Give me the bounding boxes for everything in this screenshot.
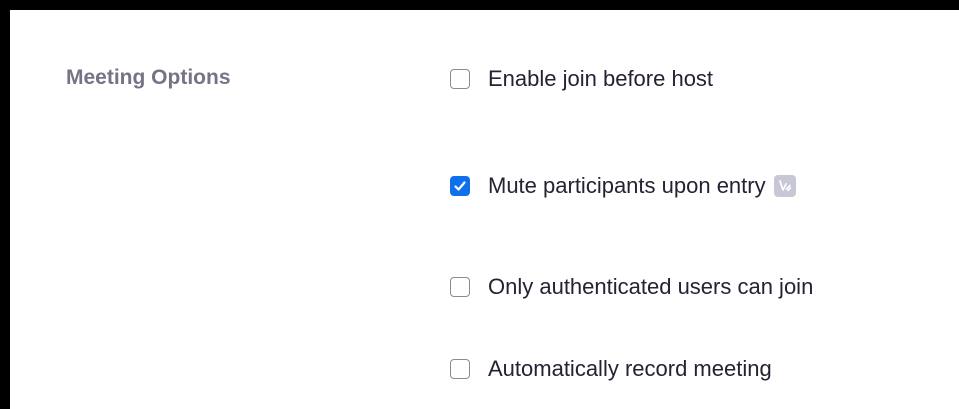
frame-left-border (0, 0, 10, 409)
mute-participants-label[interactable]: Mute participants upon entry (488, 171, 766, 201)
option-only-authenticated-users[interactable]: Only authenticated users can join (450, 272, 813, 302)
only-authenticated-users-checkbox[interactable] (450, 277, 470, 297)
option-automatically-record-meeting[interactable]: Automatically record meeting (450, 354, 772, 384)
meeting-options-label: Meeting Options (66, 66, 231, 89)
lock-badge-icon (773, 175, 796, 197)
only-authenticated-users-label[interactable]: Only authenticated users can join (488, 272, 813, 302)
enable-join-before-host-checkbox[interactable] (450, 69, 470, 89)
option-mute-participants-upon-entry[interactable]: Mute participants upon entry (450, 171, 796, 201)
enable-join-before-host-label[interactable]: Enable join before host (488, 64, 713, 94)
automatically-record-meeting-label[interactable]: Automatically record meeting (488, 354, 772, 384)
lock-badge-glyph (778, 180, 791, 192)
option-enable-join-before-host[interactable]: Enable join before host (450, 64, 713, 94)
frame-top-border (0, 0, 959, 10)
mute-participants-checkbox[interactable] (450, 176, 470, 196)
check-icon (454, 181, 466, 191)
automatically-record-meeting-checkbox[interactable] (450, 359, 470, 379)
